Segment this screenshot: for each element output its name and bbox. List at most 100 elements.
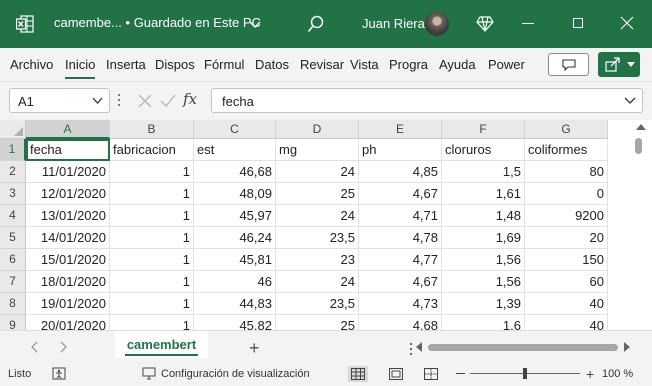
name-box[interactable]: A1 bbox=[9, 88, 110, 113]
horizontal-scroll-thumb[interactable] bbox=[428, 344, 618, 351]
column-header-g[interactable]: G bbox=[525, 120, 608, 139]
sheet-tab-camembert[interactable]: camembert bbox=[115, 331, 208, 358]
comments-button[interactable] bbox=[548, 53, 589, 76]
chevron-down-icon[interactable] bbox=[248, 17, 262, 31]
column-header-f[interactable]: F bbox=[442, 120, 525, 139]
avatar[interactable] bbox=[425, 12, 449, 36]
page-layout-icon[interactable] bbox=[389, 368, 403, 380]
tab-disposicion[interactable]: Dispos bbox=[155, 57, 195, 72]
document-title[interactable]: camembe... • Guardado en Este PC bbox=[54, 15, 261, 30]
cell-c8[interactable]: 44,83 bbox=[194, 293, 276, 315]
cell-c6[interactable]: 45,81 bbox=[194, 249, 276, 271]
cell-a5[interactable]: 14/01/2020 bbox=[26, 227, 110, 249]
insert-function-icon[interactable]: fx bbox=[183, 90, 197, 108]
tab-power[interactable]: Power bbox=[488, 57, 525, 72]
cell-b3[interactable]: 1 bbox=[110, 183, 194, 205]
add-sheet-button[interactable]: + bbox=[249, 338, 260, 359]
minimize-button[interactable] bbox=[522, 23, 534, 24]
row-header-3[interactable]: 3 bbox=[0, 183, 26, 205]
row-header-8[interactable]: 8 bbox=[0, 293, 26, 315]
tab-vista[interactable]: Vista bbox=[350, 57, 379, 72]
cell-c1[interactable]: est bbox=[194, 139, 276, 161]
cell-f2[interactable]: 1,5 bbox=[442, 161, 525, 183]
cell-b4[interactable]: 1 bbox=[110, 205, 194, 227]
cell-d6[interactable]: 23 bbox=[276, 249, 359, 271]
tab-inicio[interactable]: Inicio bbox=[65, 57, 96, 79]
tab-programador[interactable]: Progra bbox=[389, 57, 428, 72]
cell-a8[interactable]: 19/01/2020 bbox=[26, 293, 110, 315]
zoom-in-button[interactable]: + bbox=[586, 367, 594, 381]
page-break-icon[interactable] bbox=[424, 368, 438, 380]
column-header-d[interactable]: D bbox=[276, 120, 359, 139]
cell-a3[interactable]: 12/01/2020 bbox=[26, 183, 110, 205]
cell-f1[interactable]: cloruros bbox=[442, 139, 525, 161]
cell-b2[interactable]: 1 bbox=[110, 161, 194, 183]
vertical-scroll-thumb[interactable] bbox=[635, 138, 642, 154]
cell-a4[interactable]: 13/01/2020 bbox=[26, 205, 110, 227]
cell-f5[interactable]: 1,69 bbox=[442, 227, 525, 249]
cell-g8[interactable]: 40 bbox=[525, 293, 608, 315]
chevron-down-icon[interactable] bbox=[624, 96, 636, 105]
check-icon[interactable] bbox=[160, 94, 176, 108]
cell-a6[interactable]: 15/01/2020 bbox=[26, 249, 110, 271]
zoom-out-button[interactable] bbox=[456, 373, 465, 374]
cell-a1[interactable]: fecha bbox=[26, 139, 110, 161]
cell-f6[interactable]: 1,56 bbox=[442, 249, 525, 271]
cell-g4[interactable]: 9200 bbox=[525, 205, 608, 227]
more-options-icon[interactable] bbox=[117, 94, 121, 108]
row-header-5[interactable]: 5 bbox=[0, 227, 26, 249]
cell-f7[interactable]: 1,56 bbox=[442, 271, 525, 293]
search-icon[interactable] bbox=[307, 15, 325, 33]
scroll-up-icon[interactable] bbox=[636, 124, 646, 130]
maximize-button[interactable] bbox=[573, 18, 583, 28]
cell-e2[interactable]: 4,85 bbox=[359, 161, 442, 183]
cell-f8[interactable]: 1,39 bbox=[442, 293, 525, 315]
vertical-scrollbar[interactable] bbox=[630, 120, 652, 330]
cell-g2[interactable]: 80 bbox=[525, 161, 608, 183]
cell-e7[interactable]: 4,67 bbox=[359, 271, 442, 293]
column-header-a[interactable]: A bbox=[26, 120, 110, 139]
cell-g7[interactable]: 60 bbox=[525, 271, 608, 293]
scroll-right-icon[interactable] bbox=[624, 342, 630, 352]
zoom-slider-handle[interactable] bbox=[523, 368, 527, 379]
chevron-left-icon[interactable] bbox=[30, 341, 38, 353]
cell-a7[interactable]: 18/01/2020 bbox=[26, 271, 110, 293]
cell-d5[interactable]: 23,5 bbox=[276, 227, 359, 249]
cell-b6[interactable]: 1 bbox=[110, 249, 194, 271]
cell-f4[interactable]: 1,48 bbox=[442, 205, 525, 227]
tab-formulas[interactable]: Fórmul bbox=[204, 57, 244, 72]
cell-e6[interactable]: 4,77 bbox=[359, 249, 442, 271]
cell-c7[interactable]: 46 bbox=[194, 271, 276, 293]
tab-revisar[interactable]: Revisar bbox=[300, 57, 344, 72]
tab-datos[interactable]: Datos bbox=[255, 57, 289, 72]
cell-b5[interactable]: 1 bbox=[110, 227, 194, 249]
horizontal-scrollbar[interactable] bbox=[414, 339, 636, 355]
cell-c5[interactable]: 46,24 bbox=[194, 227, 276, 249]
accessibility-icon[interactable] bbox=[52, 367, 68, 381]
close-icon[interactable] bbox=[620, 16, 634, 30]
cell-b8[interactable]: 1 bbox=[110, 293, 194, 315]
cell-d3[interactable]: 25 bbox=[276, 183, 359, 205]
tab-insertar[interactable]: Inserta bbox=[106, 57, 146, 72]
row-header-4[interactable]: 4 bbox=[0, 205, 26, 227]
zoom-level[interactable]: 100 % bbox=[602, 368, 633, 380]
cell-f3[interactable]: 1,61 bbox=[442, 183, 525, 205]
cell-b1[interactable]: fabricacion bbox=[110, 139, 194, 161]
normal-view-button[interactable] bbox=[348, 366, 368, 382]
cell-d8[interactable]: 23,5 bbox=[276, 293, 359, 315]
cell-e5[interactable]: 4,78 bbox=[359, 227, 442, 249]
row-header-7[interactable]: 7 bbox=[0, 271, 26, 293]
select-all-button[interactable] bbox=[0, 120, 26, 139]
chevron-right-icon[interactable] bbox=[60, 341, 68, 353]
cell-c3[interactable]: 48,09 bbox=[194, 183, 276, 205]
column-header-e[interactable]: E bbox=[359, 120, 442, 139]
cell-e1[interactable]: ph bbox=[359, 139, 442, 161]
column-header-b[interactable]: B bbox=[110, 120, 194, 139]
cell-g3[interactable]: 0 bbox=[525, 183, 608, 205]
cell-e8[interactable]: 4,73 bbox=[359, 293, 442, 315]
row-header-6[interactable]: 6 bbox=[0, 249, 26, 271]
row-header-1[interactable]: 1 bbox=[0, 139, 26, 161]
cell-d2[interactable]: 24 bbox=[276, 161, 359, 183]
cell-c4[interactable]: 45,97 bbox=[194, 205, 276, 227]
cell-e3[interactable]: 4,67 bbox=[359, 183, 442, 205]
